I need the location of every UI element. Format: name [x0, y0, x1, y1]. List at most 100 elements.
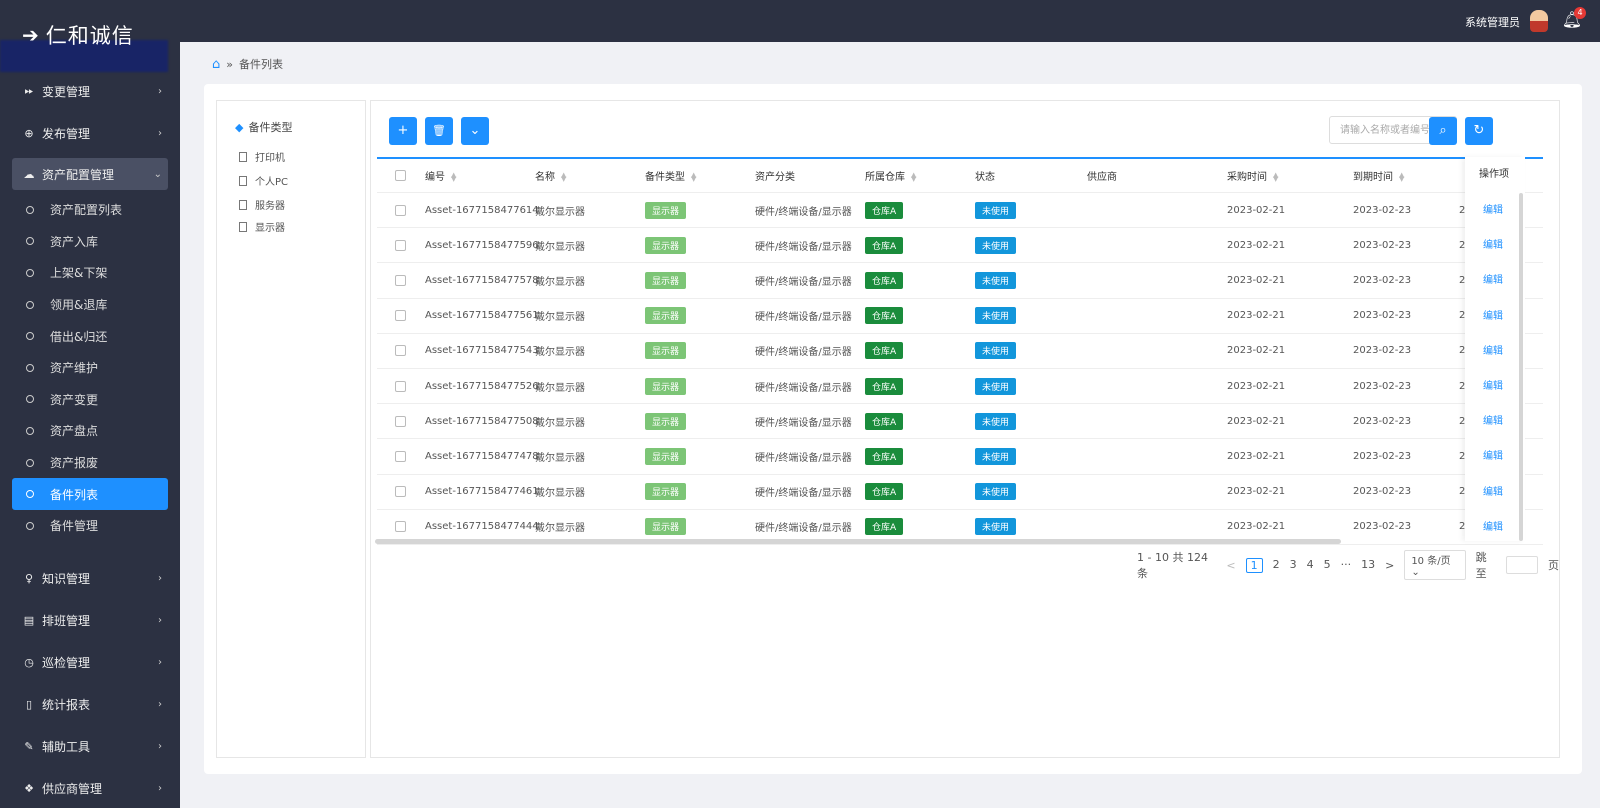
edit-link[interactable]: 编辑 — [1483, 346, 1503, 357]
col-purchase-header[interactable]: 采购时间 ▲ ▼ — [1227, 168, 1278, 184]
sidebar-item-asset-config[interactable]: ☁︎ 资产配置管理 ⌄ — [12, 158, 168, 190]
tree-node-label: 个人PC — [255, 177, 289, 188]
row-checkbox[interactable] — [395, 486, 406, 498]
edit-link[interactable]: 编辑 — [1483, 381, 1503, 392]
sidebar-subitem[interactable]: 备件管理 — [0, 510, 180, 542]
cell-purchase-date: 2023-02-21 — [1227, 204, 1286, 216]
col-name-header[interactable]: 名称 ▲ ▼ — [535, 168, 567, 184]
sidebar-subitem[interactable]: 领用&退库 — [0, 289, 180, 321]
page-size-select[interactable]: 10 条/页 ⌄ — [1404, 550, 1466, 580]
edit-link[interactable]: 编辑 — [1483, 240, 1503, 251]
edit-link[interactable]: 编辑 — [1483, 275, 1503, 286]
edit-link[interactable]: 编辑 — [1483, 311, 1503, 322]
sidebar-item-schedule[interactable]: ▤ 排班管理 › — [0, 600, 180, 642]
table-row: Asset-1677158477508 戴尔显示器 显示器 硬件/终端设备/显示器 仓库… — [377, 404, 1543, 440]
sidebar-subitem-label: 资产维护 — [50, 361, 99, 376]
cell-id: Asset-1677158477561 — [425, 310, 539, 322]
logo-mark-icon: ➔ — [22, 23, 40, 47]
row-checkbox[interactable] — [395, 450, 406, 462]
table-row: Asset-1677158477526 戴尔显示器 显示器 硬件/终端设备/显示器 仓库… — [377, 369, 1543, 405]
row-checkbox[interactable] — [395, 204, 406, 216]
sidebar-subitem-label: 上架&下架 — [50, 266, 108, 281]
col-expire-header[interactable]: 到期时间 ▲ ▼ — [1353, 168, 1404, 184]
row-checkbox[interactable] — [395, 310, 406, 322]
sidebar-subitem[interactable]: 备件列表 — [12, 478, 168, 510]
edit-link[interactable]: 编辑 — [1483, 451, 1503, 462]
notification-badge: 4 — [1574, 7, 1586, 19]
row-checkbox[interactable] — [395, 521, 406, 533]
cell-expire-date: 2023-02-23 — [1353, 380, 1412, 392]
page-button[interactable]: 13 — [1361, 558, 1375, 573]
delete-button[interactable]: 🗑 — [425, 117, 453, 145]
page-button[interactable]: 4 — [1307, 558, 1314, 573]
edit-link[interactable]: 编辑 — [1483, 522, 1503, 533]
page-ellipsis[interactable]: ··· — [1341, 558, 1352, 573]
warehouse-tag: 仓库A — [865, 201, 904, 219]
select-all-checkbox[interactable] — [395, 170, 406, 181]
table-row: Asset-1677158477561 戴尔显示器 显示器 硬件/终端设备/显示器 仓库… — [377, 299, 1543, 334]
sidebar-subitem[interactable]: 资产报废 — [0, 447, 180, 479]
sidebar-subitem-label: 资产变更 — [50, 392, 99, 407]
sidebar-item-inspection[interactable]: ◷ 巡检管理 › — [0, 642, 180, 684]
row-checkbox[interactable] — [395, 415, 406, 427]
refresh-button[interactable]: ↻ — [1465, 117, 1493, 145]
cell-expire-date: 2023-02-23 — [1353, 310, 1412, 322]
prev-page-button[interactable]: < — [1226, 559, 1235, 572]
warehouse-tag: 仓库A — [865, 483, 904, 501]
tree-node-monitor[interactable]: 显示器 — [239, 219, 285, 234]
edit-link[interactable]: 编辑 — [1483, 416, 1503, 427]
sidebar-subitem[interactable]: 资产入库 — [0, 226, 180, 258]
cell-name: 戴尔显示器 — [535, 382, 585, 394]
row-checkbox[interactable] — [395, 380, 406, 392]
sidebar-item-label: 辅助工具 — [42, 740, 91, 755]
sidebar-subitem[interactable]: 上架&下架 — [0, 257, 180, 289]
jump-page-input[interactable] — [1506, 556, 1538, 574]
chevron-down-icon: ⌄ — [1411, 567, 1420, 578]
tree-node-server[interactable]: 服务器 — [239, 197, 285, 212]
sidebar-item-change[interactable]: ⏩︎ 变更管理 › — [0, 70, 180, 112]
sidebar-item-release[interactable]: ⊕ 发布管理 › — [0, 112, 180, 154]
user-name[interactable]: 系统管理员 — [1465, 14, 1520, 30]
add-button[interactable]: + — [389, 117, 417, 145]
tree-node-printer[interactable]: 打印机 — [239, 149, 285, 164]
home-icon[interactable]: ⌂ — [212, 57, 220, 72]
next-page-button[interactable]: > — [1385, 559, 1394, 572]
sidebar-item-label: 巡检管理 — [42, 656, 91, 671]
tree-node-pc[interactable]: 个人PC — [239, 173, 288, 188]
sidebar-item-reports[interactable]: ▯ 统计报表 › — [0, 684, 180, 726]
edit-link[interactable]: 编辑 — [1483, 487, 1503, 498]
sidebar-item-suppliers[interactable]: ❖ 供应商管理 › — [0, 768, 180, 808]
vertical-scrollbar[interactable] — [1519, 193, 1523, 541]
sort-icon: ▲ ▼ — [561, 171, 567, 183]
breadcrumb-current: 备件列表 — [239, 58, 283, 71]
edit-link[interactable]: 编辑 — [1483, 205, 1503, 216]
sidebar-subitem[interactable]: 资产变更 — [0, 384, 180, 416]
page-button[interactable]: 1 — [1245, 557, 1263, 573]
more-dropdown-button[interactable]: ⌄ — [461, 117, 489, 145]
avatar[interactable] — [1530, 10, 1548, 32]
sidebar-item-knowledge[interactable]: ♀ 知识管理 › — [0, 558, 180, 600]
col-id-header[interactable]: 编号 ▲ ▼ — [425, 168, 456, 184]
col-type-header[interactable]: 备件类型 ▲ ▼ — [645, 168, 696, 184]
chevron-down-icon: ⌄ — [153, 168, 162, 180]
type-tag: 显示器 — [645, 201, 687, 219]
sidebar-subitem[interactable]: 借出&归还 — [0, 320, 180, 352]
table-header: 编号 ▲ ▼ 名称 ▲ ▼ 备件类型 ▲ ▼ 资产分类 所属仓库 ▲ ▼ 状态 供应商 采购时间… — [377, 159, 1543, 193]
sidebar-subitem[interactable]: 资产配置列表 — [0, 194, 180, 226]
sidebar-subitem[interactable]: 资产盘点 — [0, 415, 180, 447]
sidebar-subitem-label: 资产配置列表 — [50, 203, 123, 218]
page-button[interactable]: 5 — [1324, 558, 1331, 573]
search-button[interactable]: ⌕ — [1429, 117, 1457, 145]
row-checkbox[interactable] — [395, 239, 406, 251]
sidebar-item-tools[interactable]: ✎ 辅助工具 › — [0, 726, 180, 768]
page-button[interactable]: 3 — [1290, 558, 1297, 573]
col-category-header: 资产分类 — [755, 172, 795, 183]
row-checkbox[interactable] — [395, 274, 406, 286]
horizontal-scrollbar[interactable] — [375, 539, 1341, 544]
page-button[interactable]: 2 — [1273, 558, 1280, 573]
sidebar-subitem[interactable]: 资产维护 — [0, 352, 180, 384]
row-checkbox[interactable] — [395, 345, 406, 357]
op-cell: 编辑 — [1465, 228, 1525, 263]
jump-label: 跳至 — [1475, 551, 1487, 580]
col-warehouse-header[interactable]: 所属仓库 ▲ ▼ — [865, 168, 916, 184]
